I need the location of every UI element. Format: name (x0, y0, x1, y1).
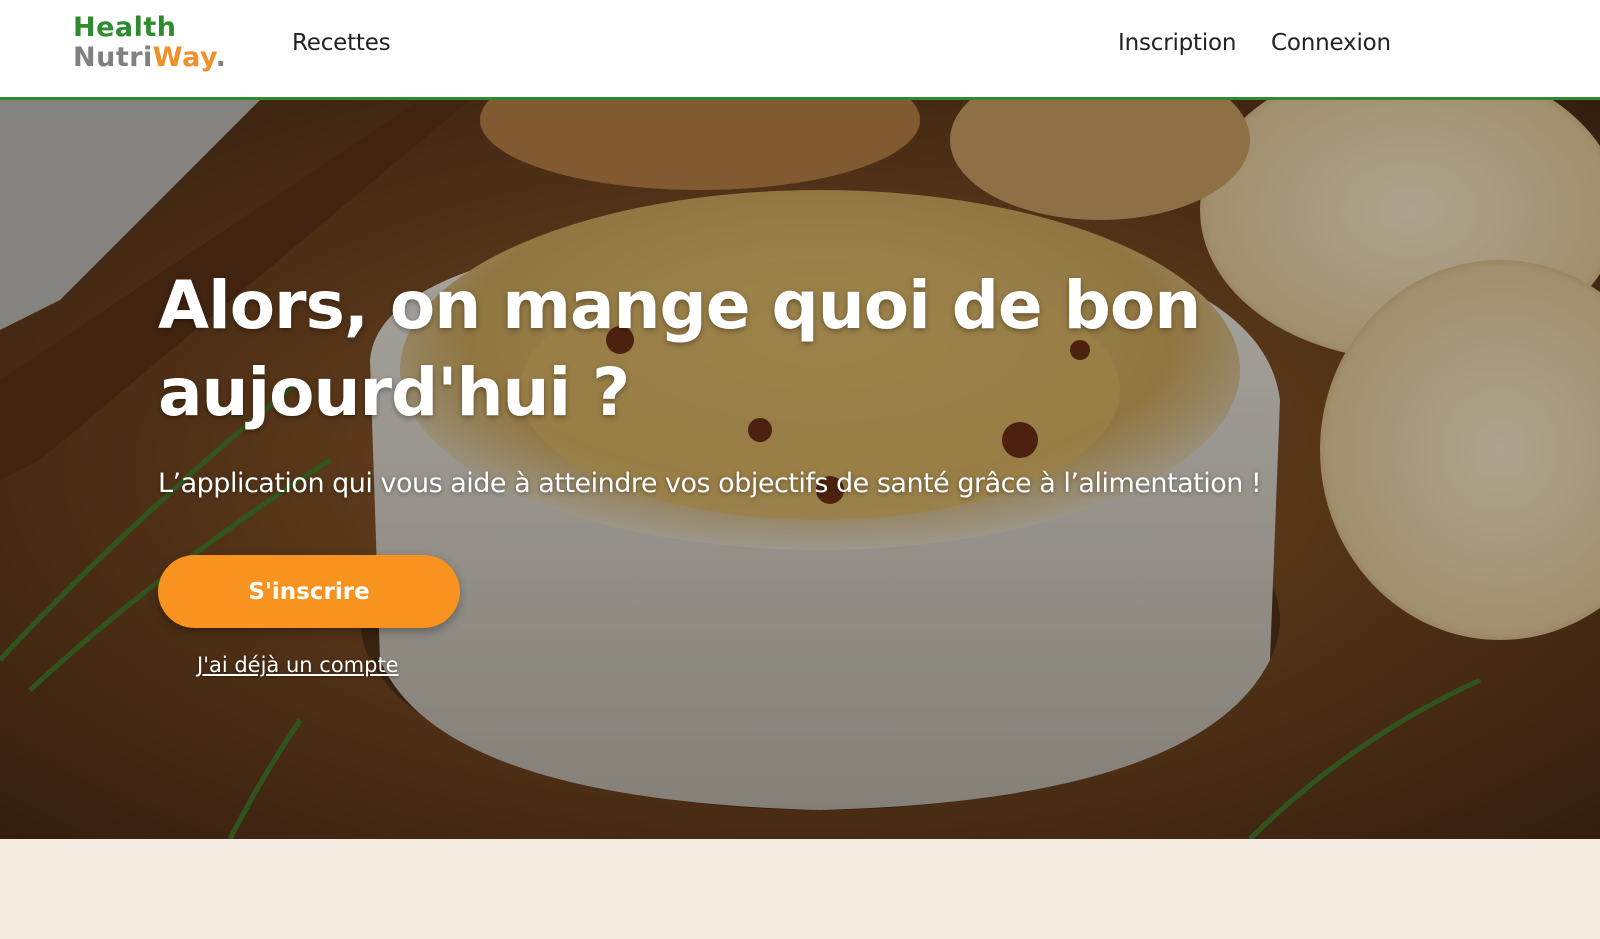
logo[interactable]: Health NutriWay. (73, 13, 226, 73)
hero-section: Alors, on mange quoi de bon aujourd'hui … (0, 100, 1600, 839)
nav-inscription[interactable]: Inscription (1118, 30, 1236, 56)
logo-nutriway: NutriWay. (73, 43, 226, 73)
signup-button[interactable]: S'inscrire (158, 555, 460, 628)
existing-account-link[interactable]: J'ai déjà un compte (197, 653, 399, 677)
logo-way: Way (152, 42, 216, 73)
hero-title: Alors, on mange quoi de bon aujourd'hui … (158, 267, 1201, 431)
logo-nutri: Nutri (73, 42, 153, 73)
page-bottom-section (0, 839, 1600, 939)
nav-recettes[interactable]: Recettes (292, 30, 391, 56)
site-header: Health NutriWay. Recettes Inscription Co… (0, 0, 1600, 100)
hero-subtitle: L’application qui vous aide à atteindre … (158, 468, 1262, 499)
logo-dot: . (215, 42, 227, 73)
nav-connexion[interactable]: Connexion (1271, 30, 1391, 56)
logo-health: Health (73, 12, 177, 43)
